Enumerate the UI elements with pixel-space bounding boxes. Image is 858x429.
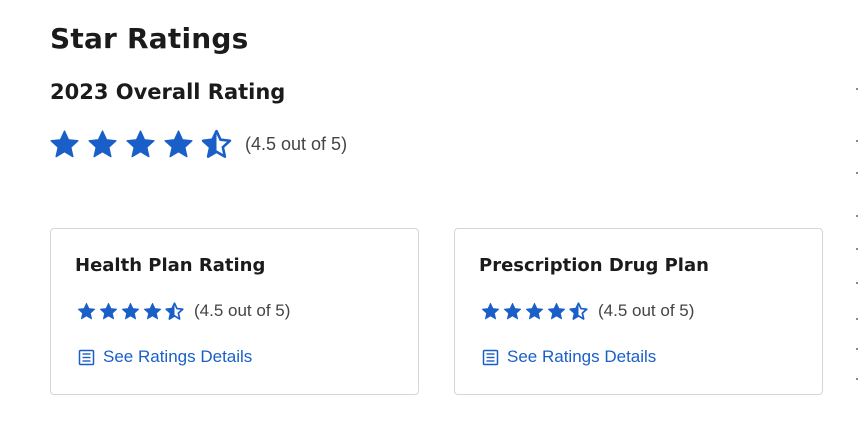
see-ratings-details-label: See Ratings Details — [507, 347, 657, 366]
star-icon — [121, 302, 140, 319]
health-plan-rating-card: Health Plan Rating (4.5 out of 5) See Ra… — [50, 228, 419, 395]
star-icon — [77, 302, 96, 319]
star-ratings-page: Star Ratings 2023 Overall Rating (4.5 ou… — [0, 0, 858, 429]
overall-stars — [49, 129, 239, 160]
star-icon — [164, 130, 193, 158]
card-title: Health Plan Rating — [75, 255, 266, 276]
star-icon — [481, 302, 500, 319]
card-stars — [77, 301, 187, 321]
card-rating: (4.5 out of 5) — [77, 301, 290, 321]
card-rating-text: (4.5 out of 5) — [194, 301, 291, 320]
card-rating: (4.5 out of 5) — [481, 301, 694, 321]
star-icon — [503, 302, 522, 319]
see-ratings-details-link[interactable]: See Ratings Details — [482, 347, 656, 367]
star-icon — [88, 130, 117, 158]
card-rating-text: (4.5 out of 5) — [598, 301, 695, 320]
document-list-icon — [482, 349, 499, 365]
star-icon — [50, 130, 79, 158]
star-icon — [547, 302, 566, 319]
page-title: Star Ratings — [50, 22, 249, 55]
document-list-icon — [78, 349, 95, 365]
overall-rating-text: (4.5 out of 5) — [245, 134, 348, 154]
star-icon — [126, 130, 155, 158]
star-half-icon — [201, 129, 232, 158]
overall-rating: (4.5 out of 5) — [49, 129, 347, 160]
card-stars — [481, 301, 591, 321]
star-icon — [143, 302, 162, 319]
star-icon — [525, 302, 544, 319]
see-ratings-details-link[interactable]: See Ratings Details — [78, 347, 252, 367]
star-icon — [99, 302, 118, 319]
card-title: Prescription Drug Plan — [479, 255, 709, 276]
prescription-drug-plan-card: Prescription Drug Plan (4.5 out of 5) Se… — [454, 228, 823, 395]
overall-rating-heading: 2023 Overall Rating — [50, 80, 286, 104]
see-ratings-details-label: See Ratings Details — [103, 347, 253, 366]
star-half-icon — [165, 301, 184, 320]
star-half-icon — [569, 301, 588, 320]
